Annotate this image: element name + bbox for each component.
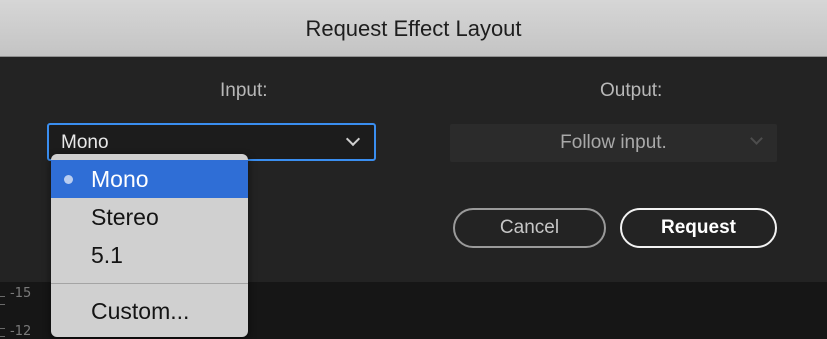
dropdown-separator <box>51 283 248 284</box>
input-label: Input: <box>220 80 268 101</box>
input-dropdown-menu: Mono Stereo 5.1 Custom... <box>51 154 248 337</box>
dropdown-item-custom[interactable]: Custom... <box>51 292 248 330</box>
selected-dot-icon <box>64 175 73 184</box>
dropdown-item-5-1[interactable]: 5.1 <box>51 236 248 274</box>
input-select-value: Mono <box>61 132 109 153</box>
output-label: Output: <box>600 80 663 101</box>
ruler-tick <box>0 328 5 329</box>
output-select-value: Follow input. <box>560 132 667 153</box>
ruler-tick <box>0 296 5 297</box>
output-select[interactable]: Follow input. <box>450 124 777 162</box>
ruler-label: -12 <box>10 324 32 339</box>
ruler-tick <box>0 304 5 305</box>
ruler-label: -15 <box>10 286 32 301</box>
dropdown-item-label: Mono <box>91 166 149 192</box>
cancel-button[interactable]: Cancel <box>453 208 606 248</box>
dialog-titlebar: Request Effect Layout <box>0 0 827 57</box>
dialog-title: Request Effect Layout <box>305 16 522 41</box>
dropdown-item-label: 5.1 <box>91 242 123 268</box>
ruler-tick <box>0 336 5 337</box>
chevron-down-icon <box>345 131 361 147</box>
dropdown-item-label: Custom... <box>91 298 190 324</box>
dropdown-item-stereo[interactable]: Stereo <box>51 198 248 236</box>
request-button[interactable]: Request <box>620 208 777 248</box>
dropdown-item-mono[interactable]: Mono <box>51 160 248 198</box>
dropdown-item-label: Stereo <box>91 204 159 230</box>
